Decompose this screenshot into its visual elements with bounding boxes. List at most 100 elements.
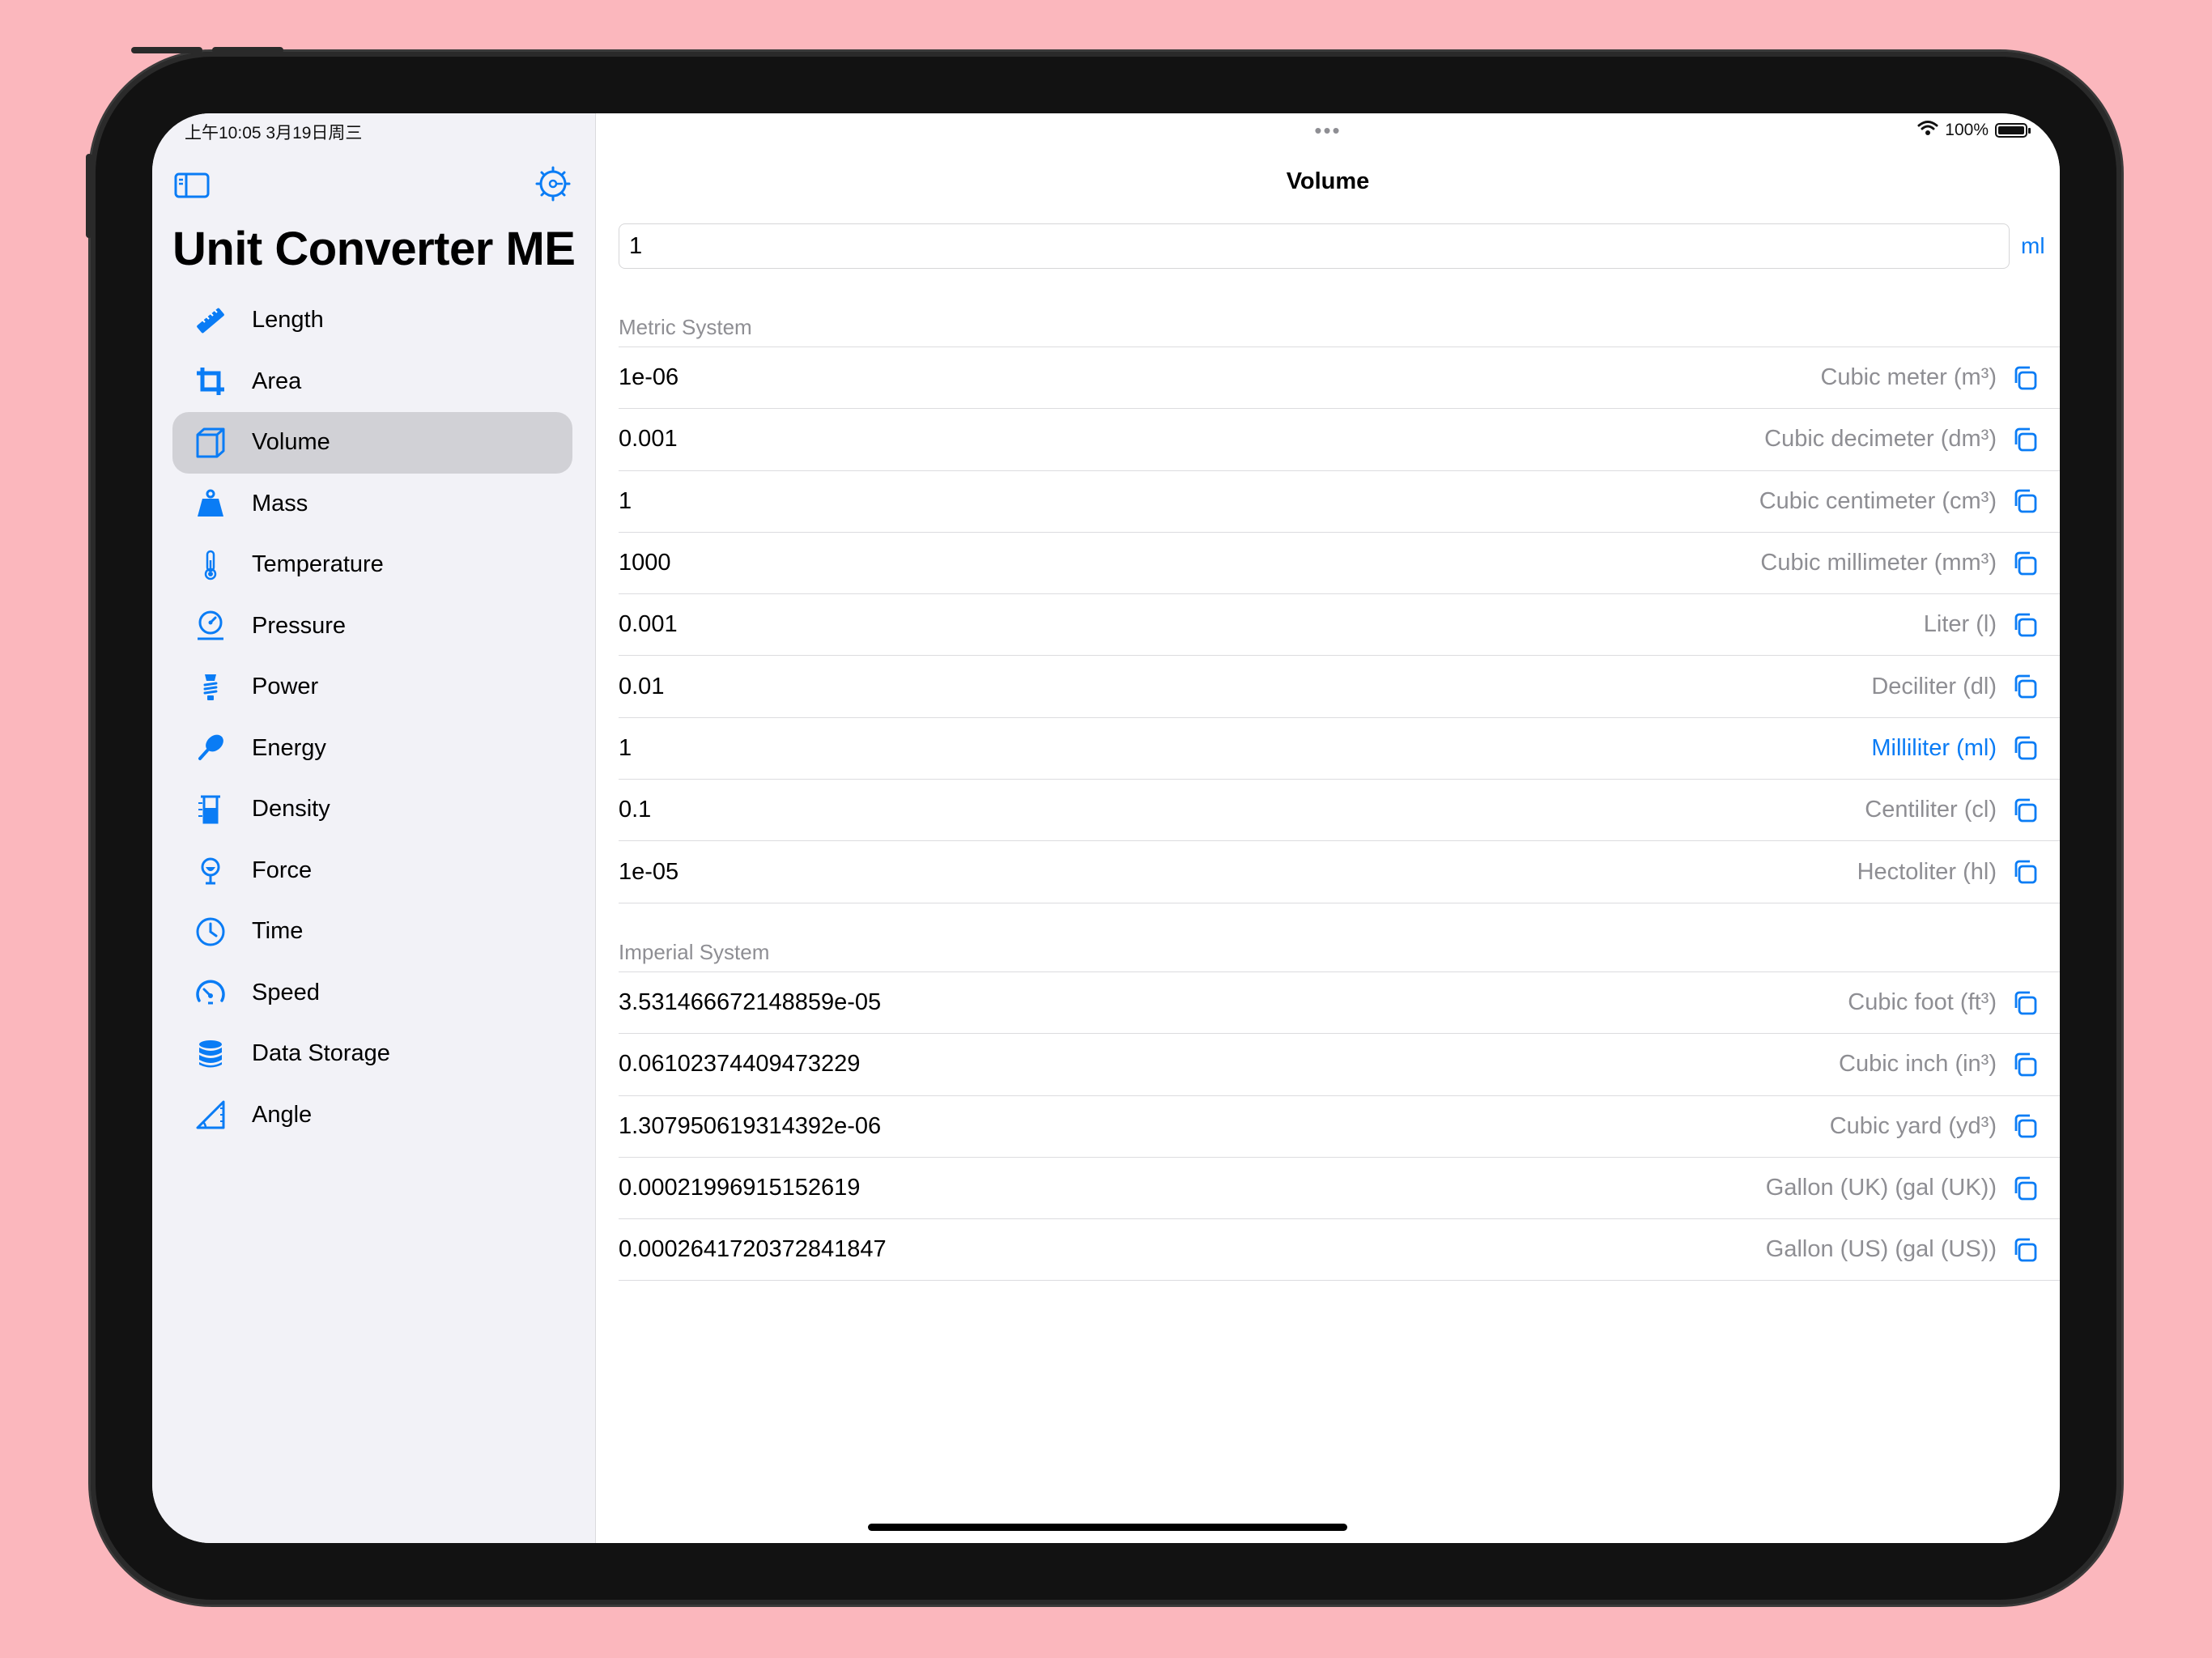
gauge-icon <box>194 609 228 643</box>
row-value: 1000 <box>619 550 671 576</box>
row-unit: Centiliter (cl) <box>1865 797 1997 823</box>
sidebar-item-data-storage[interactable]: Data Storage <box>172 1023 572 1085</box>
row-value: 3.531466672148859e-05 <box>619 989 882 1016</box>
table-row[interactable]: 0.0002641720372841847 Gallon (US) (gal (… <box>619 1219 2060 1282</box>
sidebar-item-label: Energy <box>252 734 326 761</box>
wifi-icon <box>1917 120 1938 141</box>
crop-icon <box>194 364 228 398</box>
row-value: 1 <box>619 487 632 514</box>
screen: 上午10:05 3月19日周三 Unit Converter ME Length… <box>152 113 2060 1543</box>
sidebar-toggle-icon[interactable] <box>173 167 211 204</box>
sidebar-item-label: Temperature <box>252 551 384 578</box>
table-row[interactable]: 1 Cubic centimeter (cm³) <box>619 471 2060 533</box>
table-row[interactable]: 3.531466672148859e-05 Cubic foot (ft³) <box>619 972 2060 1035</box>
sidebar-item-temperature[interactable]: Temperature <box>172 534 572 596</box>
value-input[interactable] <box>619 224 2009 268</box>
metric-list: 1e-06 Cubic meter (m³) 0.001 Cubic decim… <box>619 346 2060 903</box>
input-unit-button[interactable]: ml <box>2021 233 2045 259</box>
row-unit: Cubic centimeter (cm³) <box>1759 487 1997 514</box>
table-row[interactable]: 0.06102374409473229 Cubic inch (in³) <box>619 1034 2060 1096</box>
row-value: 0.00021996915152619 <box>619 1175 861 1201</box>
angle-icon <box>194 1098 228 1132</box>
row-unit: Gallon (US) (gal (US)) <box>1765 1236 1997 1263</box>
row-unit: Cubic inch (in³) <box>1839 1051 1997 1078</box>
side-button <box>86 154 92 238</box>
row-value: 0.001 <box>619 426 678 453</box>
row-value: 0.06102374409473229 <box>619 1051 861 1078</box>
row-value: 0.1 <box>619 797 652 823</box>
page-title: Volume <box>1286 168 1370 194</box>
database-icon <box>194 1037 228 1071</box>
row-value: 0.0002641720372841847 <box>619 1236 887 1263</box>
sidebar-item-energy[interactable]: Energy <box>172 718 572 780</box>
sidebar-item-volume[interactable]: Volume <box>172 412 572 474</box>
home-indicator[interactable] <box>868 1524 1347 1531</box>
drumstick-icon <box>194 731 228 765</box>
sidebar-item-area[interactable]: Area <box>172 351 572 413</box>
row-value: 1e-05 <box>619 858 679 885</box>
table-row-selected[interactable]: 1 Milliliter (ml) <box>619 718 2060 780</box>
copy-icon[interactable] <box>2011 1050 2039 1079</box>
section-header-metric: Metric System <box>619 315 752 339</box>
copy-icon[interactable] <box>2011 425 2039 454</box>
copy-icon[interactable] <box>2011 549 2039 578</box>
sidebar-item-label: Volume <box>252 429 330 456</box>
row-unit: Hectoliter (hl) <box>1857 858 1997 885</box>
copy-icon[interactable] <box>2011 733 2039 763</box>
scale-weight-icon <box>194 487 228 521</box>
table-row[interactable]: 0.00021996915152619 Gallon (UK) (gal (UK… <box>619 1158 2060 1220</box>
sidebar-item-time[interactable]: Time <box>172 901 572 963</box>
copy-icon[interactable] <box>2011 672 2039 701</box>
table-row[interactable]: 0.01 Deciliter (dl) <box>619 656 2060 718</box>
row-unit: Cubic millimeter (mm³) <box>1760 550 1997 576</box>
section-header-imperial: Imperial System <box>619 940 770 964</box>
imperial-list: 3.531466672148859e-05 Cubic foot (ft³) 0… <box>619 971 2060 1282</box>
sidebar-item-angle[interactable]: Angle <box>172 1085 572 1146</box>
table-row[interactable]: 0.1 Centiliter (cl) <box>619 780 2060 842</box>
sidebar-item-force[interactable]: Force <box>172 840 572 902</box>
table-row[interactable]: 0.001 Cubic decimeter (dm³) <box>619 409 2060 471</box>
copy-icon[interactable] <box>2011 857 2039 886</box>
thermometer-icon <box>194 548 228 582</box>
sidebar-item-label: Density <box>252 796 330 823</box>
sidebar-item-speed[interactable]: Speed <box>172 963 572 1024</box>
copy-icon[interactable] <box>2011 1112 2039 1141</box>
sidebar-item-label: Data Storage <box>252 1040 390 1067</box>
sidebar-item-label: Angle <box>252 1101 313 1128</box>
copy-icon[interactable] <box>2011 988 2039 1018</box>
sidebar-item-power[interactable]: Power <box>172 657 572 718</box>
copy-icon[interactable] <box>2011 487 2039 516</box>
sidebar-item-mass[interactable]: Mass <box>172 474 572 535</box>
multitasking-dots[interactable]: ••• <box>596 118 2060 143</box>
table-row[interactable]: 1e-05 Hectoliter (hl) <box>619 841 2060 903</box>
status-bar-right: 100% <box>1917 120 2031 141</box>
top-button <box>212 47 283 53</box>
sidebar-item-length[interactable]: Length <box>172 290 572 351</box>
copy-icon[interactable] <box>2011 1174 2039 1203</box>
table-row[interactable]: 1e-06 Cubic meter (m³) <box>619 347 2060 410</box>
table-row[interactable]: 1.307950619314392e-06 Cubic yard (yd³) <box>619 1096 2060 1158</box>
ruler-icon <box>194 304 228 338</box>
sidebar-item-label: Mass <box>252 490 308 517</box>
copy-icon[interactable] <box>2011 796 2039 825</box>
sidebar-item-label: Power <box>252 674 319 700</box>
sidebar-item-density[interactable]: Density <box>172 779 572 840</box>
table-row[interactable]: 0.001 Liter (l) <box>619 594 2060 657</box>
status-time: 上午10:05 3月19日周三 <box>185 124 363 142</box>
force-icon <box>194 853 228 887</box>
clock-icon <box>194 915 228 949</box>
table-row[interactable]: 1000 Cubic millimeter (mm³) <box>619 533 2060 595</box>
row-unit: Milliliter (ml) <box>1871 734 1997 761</box>
row-unit: Cubic meter (m³) <box>1820 364 1997 391</box>
app-title: Unit Converter ME <box>172 223 576 275</box>
copy-icon[interactable] <box>2011 363 2039 393</box>
copy-icon[interactable] <box>2011 610 2039 640</box>
sidebar-item-label: Pressure <box>252 612 347 639</box>
sidebar-item-pressure[interactable]: Pressure <box>172 596 572 657</box>
row-unit: Gallon (UK) (gal (UK)) <box>1765 1175 1997 1201</box>
row-unit: Deciliter (dl) <box>1871 673 1997 699</box>
copy-icon[interactable] <box>2011 1235 2039 1265</box>
settings-gear-icon[interactable] <box>534 165 572 202</box>
row-value: 1e-06 <box>619 364 679 391</box>
value-input-container <box>619 223 2010 269</box>
